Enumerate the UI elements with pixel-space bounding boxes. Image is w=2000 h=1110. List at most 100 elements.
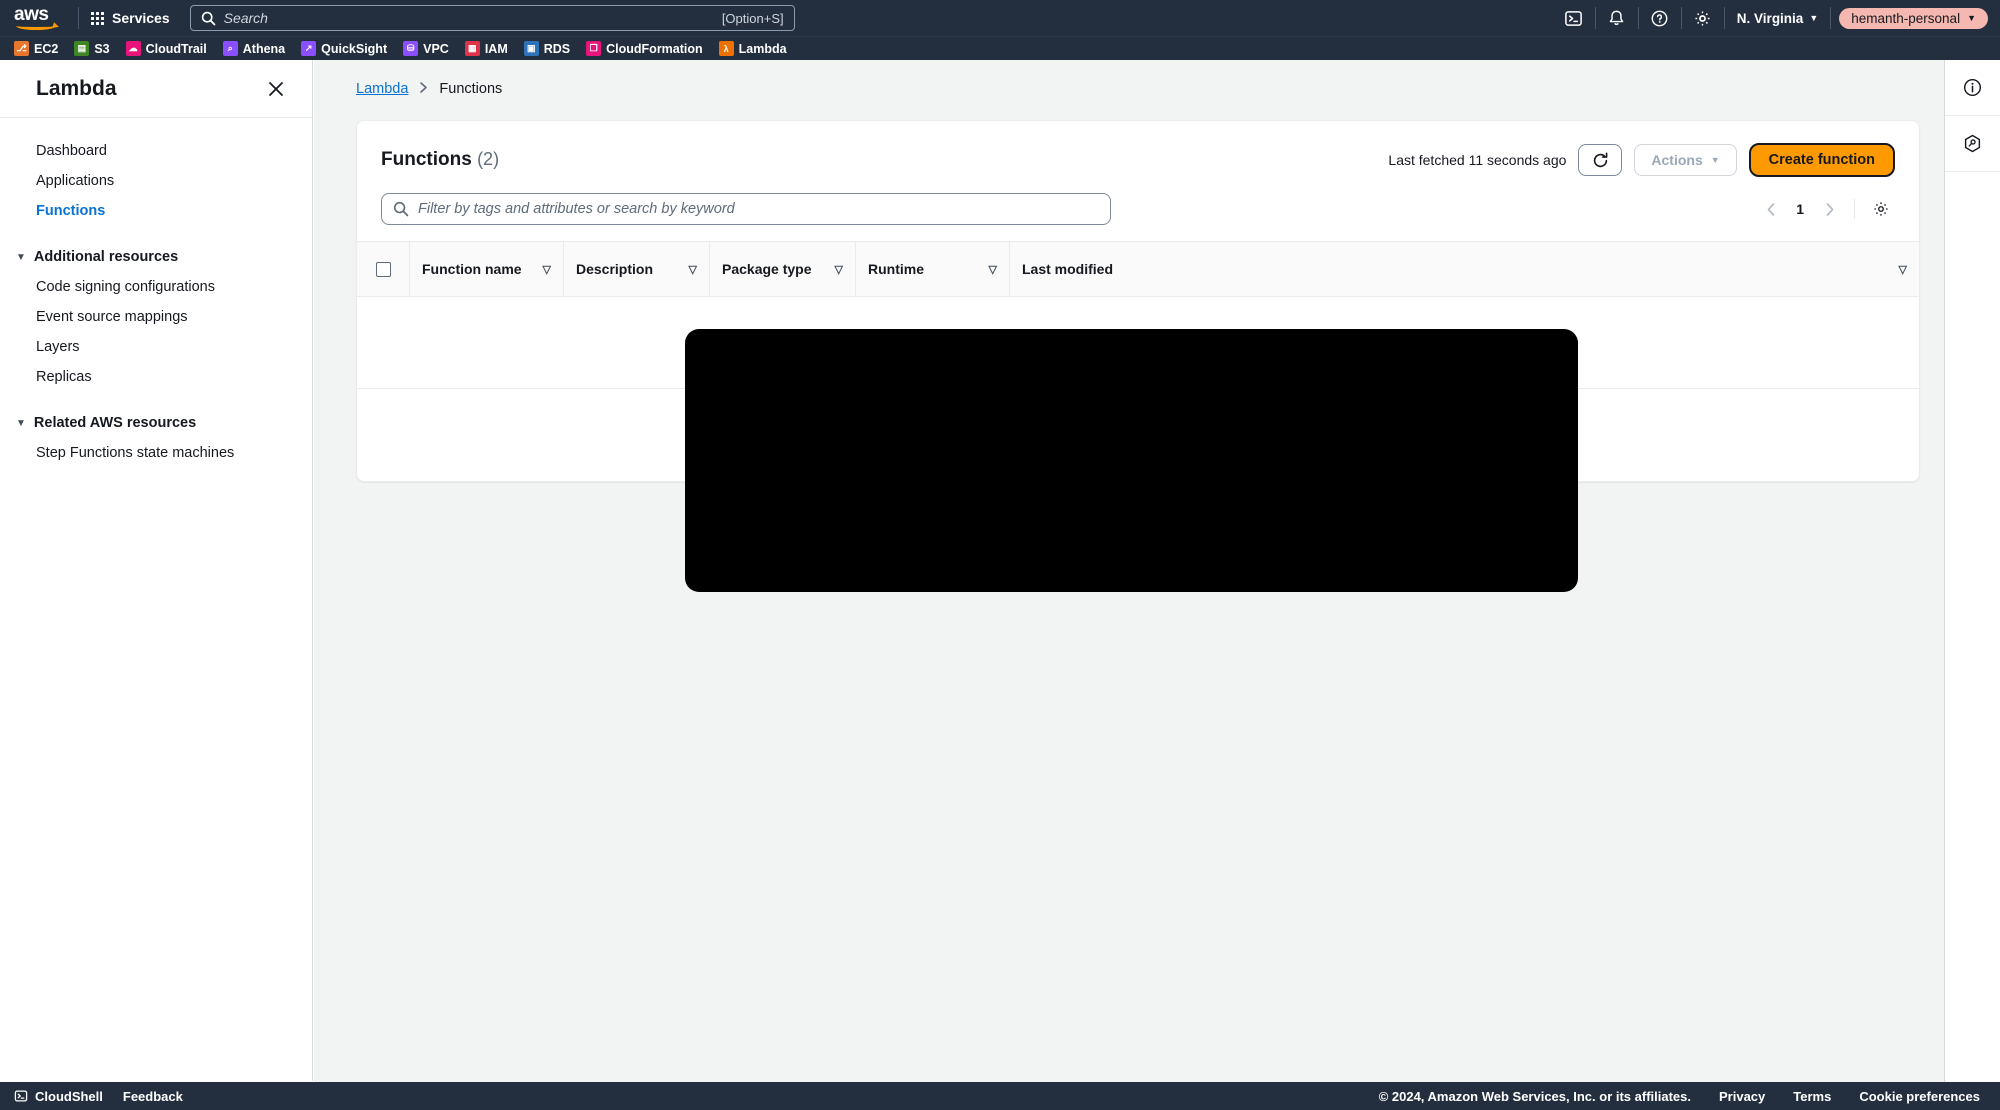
aws-logo-text: aws bbox=[14, 4, 49, 25]
service-shortcut-ec2[interactable]: ⎇ EC2 bbox=[14, 41, 58, 56]
service-shortcut-label: CloudFormation bbox=[606, 41, 703, 56]
column-label: Function name bbox=[422, 261, 522, 277]
waffle-grid-icon bbox=[91, 11, 104, 25]
info-panel-button[interactable] bbox=[1945, 60, 2000, 116]
pagination-page-1[interactable]: 1 bbox=[1788, 201, 1812, 217]
shortcuts-panel-icon bbox=[1964, 134, 1981, 153]
sidebar-group-label: Additional resources bbox=[33, 249, 179, 265]
service-shortcut-vpc[interactable]: ⛁ VPC bbox=[403, 41, 449, 56]
notifications-bell-icon bbox=[1610, 10, 1624, 25]
sidebar-group-additional-resources[interactable]: ▼ Additional resources bbox=[0, 242, 312, 272]
column-header-last-modified[interactable]: Last modified ▽ bbox=[1009, 242, 1919, 296]
breadcrumb: Lambda Functions bbox=[314, 60, 1944, 97]
table-preferences-button[interactable] bbox=[1867, 195, 1895, 223]
account-selector[interactable]: hemanth-personal ▼ bbox=[1839, 7, 1988, 29]
service-shortcut-iam[interactable]: ▦ IAM bbox=[464, 41, 508, 56]
service-shortcut-s3[interactable]: ▤ S3 bbox=[74, 41, 110, 56]
sidebar-nav-list: Dashboard Applications Functions ▼ Additiona… bbox=[0, 118, 312, 468]
pagination-next-button[interactable] bbox=[1816, 195, 1842, 223]
page-title-text: Functions bbox=[381, 149, 472, 170]
sort-icon: ▽ bbox=[834, 263, 843, 276]
create-function-button[interactable]: Create function bbox=[1748, 143, 1895, 177]
service-shortcut-quicksight[interactable]: ↗ QuickSight bbox=[301, 41, 387, 56]
column-header-runtime[interactable]: Runtime ▽ bbox=[855, 242, 1009, 296]
search-input[interactable]: Filter by tags and attributes or search … bbox=[381, 193, 1111, 225]
create-function-label: Create function bbox=[1768, 152, 1875, 168]
column-label: Last modified bbox=[1022, 261, 1114, 277]
select-all-checkbox[interactable] bbox=[375, 261, 391, 277]
sidebar-group-spacer bbox=[0, 392, 312, 408]
terms-link[interactable]: Terms bbox=[1793, 1089, 1831, 1104]
refresh-button[interactable] bbox=[1578, 144, 1623, 176]
shortcuts-panel-button[interactable] bbox=[1945, 116, 2000, 172]
feedback-link[interactable]: Feedback bbox=[123, 1089, 183, 1104]
service-shortcut-label: S3 bbox=[94, 41, 110, 56]
help-question-icon bbox=[1651, 10, 1668, 26]
region-selector[interactable]: N. Virginia ▼ bbox=[1725, 0, 1830, 36]
rds-icon: ▣ bbox=[523, 41, 539, 56]
cloudformation-icon: ❐ bbox=[586, 41, 602, 56]
nav-divider bbox=[1830, 7, 1832, 29]
cloudshell-nav-button[interactable] bbox=[1553, 0, 1595, 36]
services-menu-label: Services bbox=[112, 10, 170, 26]
cloudshell-label: CloudShell bbox=[35, 1088, 103, 1104]
column-label: Package type bbox=[722, 261, 812, 277]
main-content: Lambda Functions Functions (2) Last fetc… bbox=[314, 60, 1944, 1082]
service-shortcut-label: QuickSight bbox=[321, 41, 388, 56]
footer-left-group: CloudShell Feedback bbox=[0, 1089, 183, 1104]
top-nav-right-group: N. Virginia ▼ hemanth-personal ▼ bbox=[1553, 0, 2000, 36]
panel-header-actions: Last fetched 11 seconds ago Actions ▼ Cr… bbox=[1388, 143, 1895, 177]
sidebar-item-step-functions-state-machines[interactable]: Step Functions state machines bbox=[0, 438, 312, 468]
sidebar-item-event-source-mappings[interactable]: Event source mappings bbox=[0, 302, 312, 332]
sidebar-group-related-aws-resources[interactable]: ▼ Related AWS resources bbox=[0, 408, 312, 438]
search-icon bbox=[201, 11, 215, 25]
chevron-down-icon: ▼ bbox=[1809, 13, 1819, 23]
cookie-preferences-link[interactable]: Cookie preferences bbox=[1859, 1089, 1980, 1104]
column-header-function-name[interactable]: Function name ▽ bbox=[409, 242, 563, 296]
service-shortcut-label: Athena bbox=[242, 41, 286, 56]
service-shortcut-label: IAM bbox=[484, 41, 508, 56]
service-shortcut-athena[interactable]: ⌕ Athena bbox=[222, 41, 286, 56]
sidebar-group-label: Related AWS resources bbox=[33, 415, 197, 431]
breadcrumb-item-functions[interactable]: Functions bbox=[439, 81, 502, 97]
sidebar-item-replicas[interactable]: Replicas bbox=[0, 362, 312, 392]
actions-dropdown-button[interactable]: Actions ▼ bbox=[1634, 144, 1737, 176]
column-header-description[interactable]: Description ▽ bbox=[563, 242, 709, 296]
service-shortcut-label: CloudTrail bbox=[145, 41, 207, 56]
sidebar-item-layers[interactable]: Layers bbox=[0, 332, 312, 362]
sidebar-item-dashboard[interactable]: Dashboard bbox=[0, 136, 312, 166]
column-label: Description bbox=[576, 261, 654, 277]
service-shortcut-lambda[interactable]: λ Lambda bbox=[718, 41, 787, 56]
settings-gear-icon bbox=[1695, 10, 1710, 26]
table-header-row: Function name ▽ Description ▽ Package ty… bbox=[357, 241, 1919, 297]
service-shortcut-rds[interactable]: ▣ RDS bbox=[523, 41, 570, 56]
notifications-button[interactable] bbox=[1596, 0, 1638, 36]
info-panel-icon bbox=[1963, 78, 1982, 97]
functions-panel-header: Functions (2) Last fetched 11 seconds ag… bbox=[357, 121, 1919, 177]
close-icon bbox=[269, 81, 283, 96]
help-button[interactable] bbox=[1639, 0, 1681, 36]
page-footer: CloudShell Feedback © 2024, Amazon Web S… bbox=[0, 1082, 2000, 1110]
privacy-link[interactable]: Privacy bbox=[1719, 1089, 1765, 1104]
lambda-icon: λ bbox=[718, 41, 734, 56]
breadcrumb-item-lambda[interactable]: Lambda bbox=[356, 81, 408, 97]
sidebar-item-code-signing-configurations[interactable]: Code signing configurations bbox=[0, 272, 312, 302]
sort-icon: ▽ bbox=[688, 263, 697, 276]
settings-button[interactable] bbox=[1682, 0, 1724, 36]
services-menu-button[interactable]: Services bbox=[79, 0, 182, 36]
athena-icon: ⌕ bbox=[222, 41, 238, 56]
cloudshell-footer-button[interactable]: CloudShell bbox=[14, 1089, 103, 1104]
region-label: N. Virginia bbox=[1736, 10, 1804, 26]
sidebar-header: Lambda bbox=[0, 60, 312, 118]
aws-logo[interactable]: aws bbox=[14, 4, 66, 30]
pagination-prev-button[interactable] bbox=[1758, 195, 1784, 223]
sidebar-close-button[interactable] bbox=[264, 77, 288, 101]
sidebar-item-applications[interactable]: Applications bbox=[0, 166, 312, 196]
column-header-package-type[interactable]: Package type ▽ bbox=[709, 242, 855, 296]
service-shortcut-cloudtrail[interactable]: ☁ CloudTrail bbox=[125, 41, 207, 56]
service-shortcut-bar: ⎇ EC2 ▤ S3 ☁ CloudTrail ⌕ Athena ↗ QuickSight ⛁ VPC… bbox=[0, 36, 2000, 60]
sidebar-item-functions[interactable]: Functions bbox=[0, 196, 312, 226]
global-search-input[interactable]: Search [Option+S] bbox=[189, 5, 795, 31]
service-shortcut-cloudformation[interactable]: ❐ CloudFormation bbox=[586, 41, 703, 56]
copyright-text: © 2024, Amazon Web Services, Inc. or its… bbox=[1378, 1088, 1691, 1104]
